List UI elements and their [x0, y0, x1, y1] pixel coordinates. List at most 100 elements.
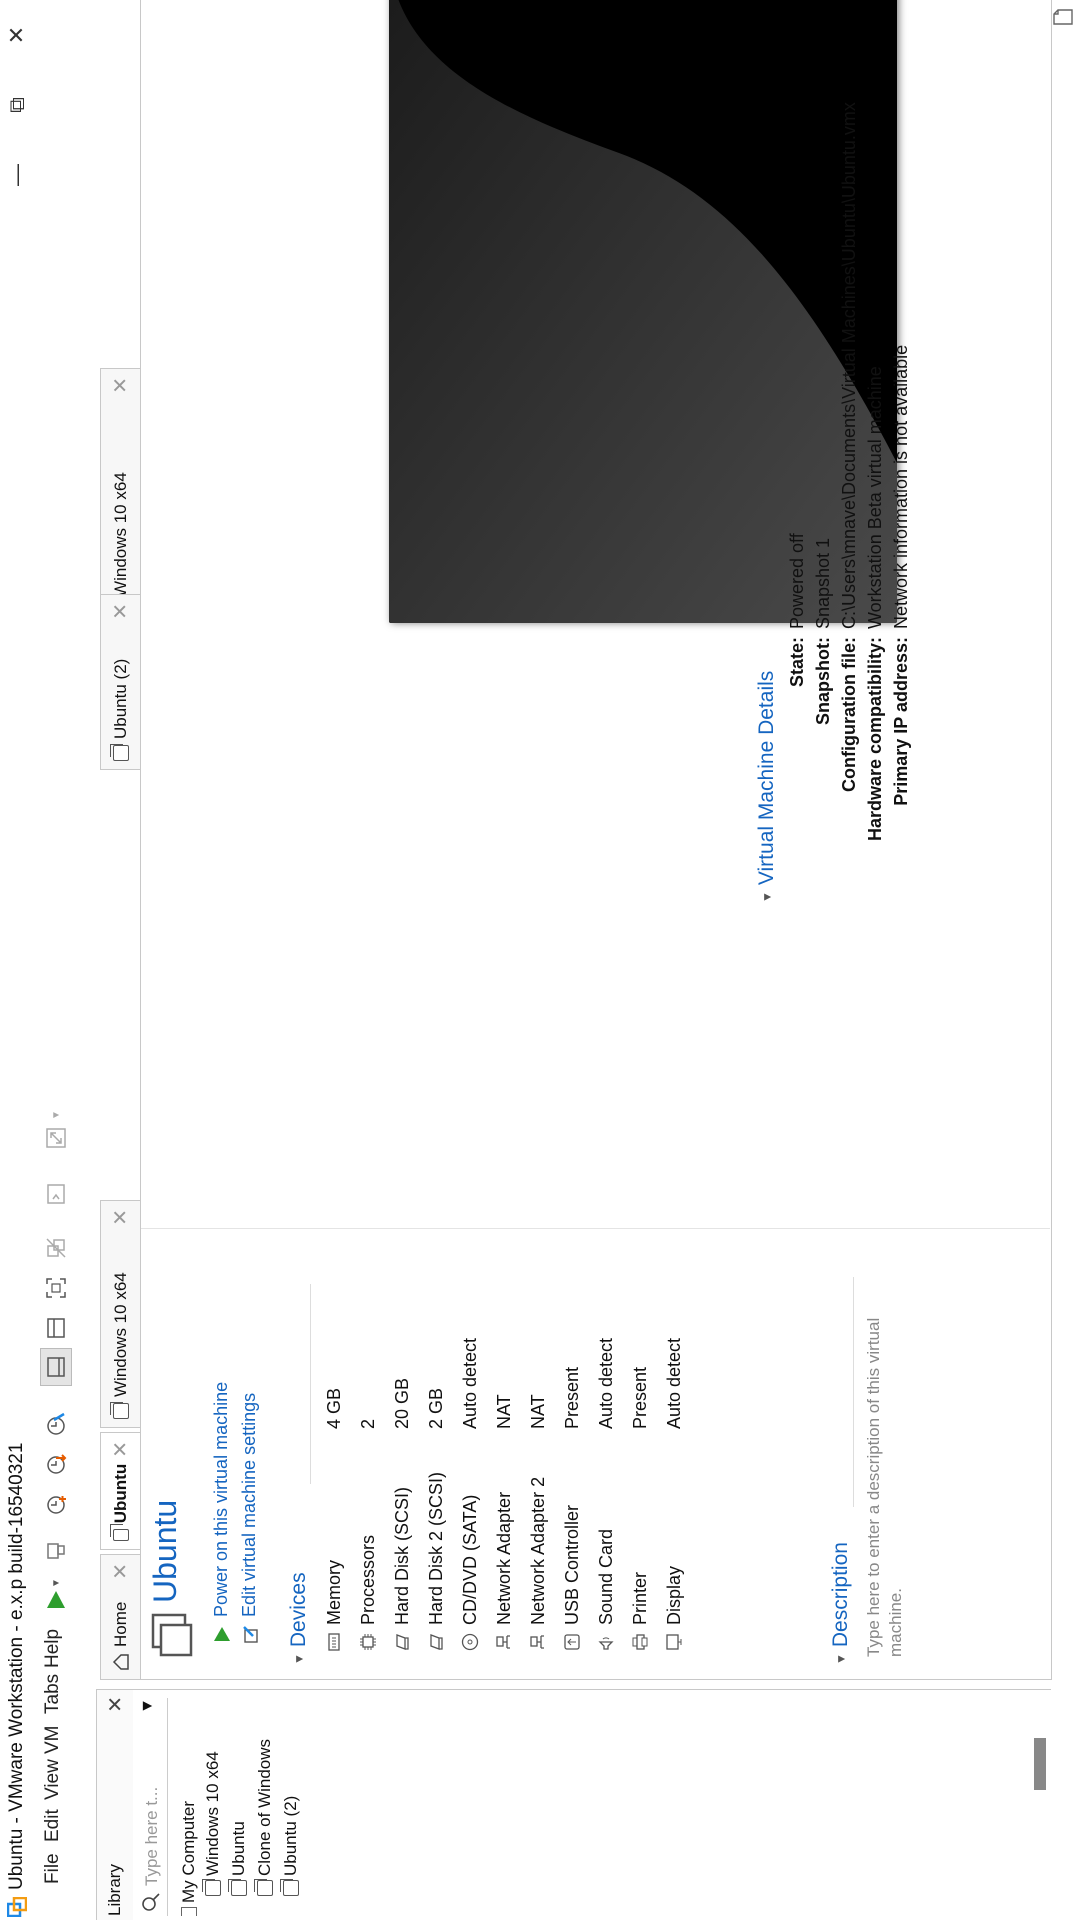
device-value: Auto detect: [663, 1337, 684, 1429]
section-title: Description: [829, 1542, 852, 1648]
device-value: 20 GB: [391, 1377, 412, 1429]
device-row-usb-controller[interactable]: USB Controller Present: [555, 1233, 589, 1653]
tree-label: Clone of Windows: [255, 1738, 274, 1876]
device-row-memory[interactable]: Memory 4 GB: [317, 1233, 351, 1653]
tree-my-computer[interactable]: My Computer: [179, 1801, 199, 1916]
terminal-icon: [47, 1184, 65, 1204]
section-title: Virtual Machine Details: [755, 670, 778, 886]
device-row-cd-dvd[interactable]: CD/DVD (SATA) Auto detect: [453, 1233, 487, 1653]
vm-icon: [112, 1529, 129, 1541]
device-value: Present: [629, 1366, 650, 1429]
scrollbar-thumb[interactable]: [1034, 1738, 1046, 1790]
device-row-network-adapter-2[interactable]: Network Adapter 2 NAT: [521, 1233, 555, 1653]
description-section-header[interactable]: ▼ Description: [829, 1542, 853, 1665]
tree-item-clone-of-windows[interactable]: Clone of Windows: [255, 1739, 275, 1896]
close-button[interactable]: ✕: [0, 0, 34, 70]
library-close-button[interactable]: ✕: [103, 1696, 128, 1713]
library-panel: Library ✕ Type here t... ▼ My Computer W…: [96, 1689, 1051, 1920]
home-icon: [112, 1654, 129, 1670]
unity-button[interactable]: [40, 1232, 72, 1264]
power-dropdown-button[interactable]: ▼: [40, 1576, 72, 1590]
tab-ubuntu-2[interactable]: Ubuntu (2) ✕: [100, 594, 140, 770]
detail-label: Primary IP address:: [891, 637, 911, 806]
chevron-down-icon: ▼: [50, 1578, 62, 1588]
stretch-button[interactable]: [40, 1122, 72, 1154]
device-name: Display: [663, 1565, 684, 1625]
edit-settings-link[interactable]: Edit virtual machine settings: [239, 1393, 260, 1643]
unity-disabled-icon: [46, 1238, 66, 1258]
collapse-triangle-icon: ▼: [292, 1653, 306, 1665]
library-title: Library: [105, 1864, 124, 1916]
device-value: NAT: [493, 1394, 514, 1429]
device-row-hard-disk-2[interactable]: Hard Disk 2 (SCSI) 2 GB: [419, 1233, 453, 1653]
vm-screen-preview[interactable]: [389, 0, 897, 623]
vm-title: Ubuntu: [147, 1499, 183, 1603]
close-tab-icon[interactable]: ✕: [108, 1563, 133, 1580]
vm-large-icon: [151, 1613, 193, 1657]
collapse-triangle-icon: ▼: [834, 1653, 848, 1665]
device-name: CD/DVD (SATA): [459, 1494, 480, 1625]
minimize-button[interactable]: —: [0, 140, 34, 210]
tree-item-ubuntu[interactable]: Ubuntu: [229, 1821, 249, 1896]
close-tab-icon[interactable]: ✕: [108, 1441, 133, 1458]
search-icon: [142, 1893, 160, 1911]
full-screen-button[interactable]: [40, 1272, 72, 1304]
tab-ubuntu[interactable]: Ubuntu ✕: [100, 1432, 140, 1550]
revert-snapshot-button[interactable]: [40, 1448, 72, 1480]
device-value: Auto detect: [595, 1337, 616, 1429]
library-search-input[interactable]: Type here t...: [142, 1726, 162, 1886]
restore-button[interactable]: ⧉: [0, 70, 34, 140]
play-icon: [47, 1591, 65, 1608]
close-tab-icon[interactable]: ✕: [108, 1209, 133, 1226]
tree-item-windows-10[interactable]: Windows 10 x64: [203, 1751, 223, 1896]
tree-item-ubuntu-2[interactable]: Ubuntu (2): [281, 1796, 301, 1896]
full-screen-icon: [46, 1278, 66, 1298]
view-console-button[interactable]: [40, 1348, 72, 1386]
detail-hardware-compatibility: Hardware compatibility: Workstation Beta …: [865, 366, 891, 887]
devices-section-header[interactable]: ▼ Devices: [287, 1572, 311, 1665]
memory-icon: [323, 1631, 345, 1653]
console-terminal-button[interactable]: [40, 1178, 72, 1210]
device-row-printer[interactable]: Printer Present: [623, 1233, 657, 1653]
device-value: 4 GB: [323, 1387, 344, 1429]
vm-icon: [112, 1403, 129, 1419]
message-log-icon[interactable]: [1052, 6, 1074, 28]
device-name: Hard Disk 2 (SCSI): [425, 1471, 446, 1625]
power-on-link[interactable]: Power on this virtual machine: [211, 1382, 232, 1643]
snapshot-manager-button[interactable]: [40, 1408, 72, 1440]
tab-label: Windows 10 x64: [110, 1272, 130, 1397]
send-keys-button[interactable]: [40, 1534, 72, 1566]
device-row-network-adapter[interactable]: Network Adapter NAT: [487, 1233, 521, 1653]
close-tab-icon[interactable]: ✕: [108, 603, 133, 620]
device-row-display[interactable]: Display Auto detect: [657, 1233, 691, 1653]
vmware-window: Ubuntu - VMware Workstation - e.x.p buil…: [0, 0, 1080, 1920]
tab-home[interactable]: Home ✕: [100, 1554, 140, 1680]
play-icon: [213, 1627, 230, 1641]
folder-icon: [181, 1907, 197, 1916]
library-search[interactable]: Type here t... ▼: [137, 1698, 168, 1916]
vmware-logo-icon: [7, 1897, 27, 1917]
device-name: USB Controller: [561, 1504, 582, 1625]
hard-disk-icon: [425, 1631, 447, 1653]
snapshot-revert-icon: [47, 1454, 67, 1474]
device-row-sound-card[interactable]: Sound Card Auto detect: [589, 1233, 623, 1653]
detail-label: Configuration file:: [839, 637, 859, 792]
library-scrollbar[interactable]: [1034, 1714, 1048, 1790]
view-library-button[interactable]: [40, 1312, 72, 1344]
description-input[interactable]: Type here to enter a description of this…: [863, 1277, 907, 1657]
stretch-dropdown-button[interactable]: ▼: [40, 1108, 72, 1122]
chevron-down-icon[interactable]: ▼: [139, 1698, 157, 1714]
device-row-processors[interactable]: Processors 2: [351, 1233, 385, 1653]
device-row-hard-disk[interactable]: Hard Disk (SCSI) 20 GB: [385, 1233, 419, 1653]
close-tab-icon[interactable]: ✕: [108, 377, 133, 394]
detail-label: State:: [787, 637, 807, 688]
device-name: Network Adapter 2: [527, 1476, 548, 1625]
take-snapshot-button[interactable]: [40, 1488, 72, 1520]
device-value: Present: [561, 1366, 582, 1429]
tab-windows-10[interactable]: Windows 10 x64 ✕: [100, 1200, 140, 1428]
device-name: Memory: [323, 1559, 344, 1625]
details-section-header[interactable]: ▼ Virtual Machine Details: [755, 671, 779, 903]
keyboard-send-icon: [47, 1543, 65, 1559]
detail-value: Snapshot 1: [813, 537, 833, 629]
action-label: Edit virtual machine settings: [239, 1392, 259, 1617]
